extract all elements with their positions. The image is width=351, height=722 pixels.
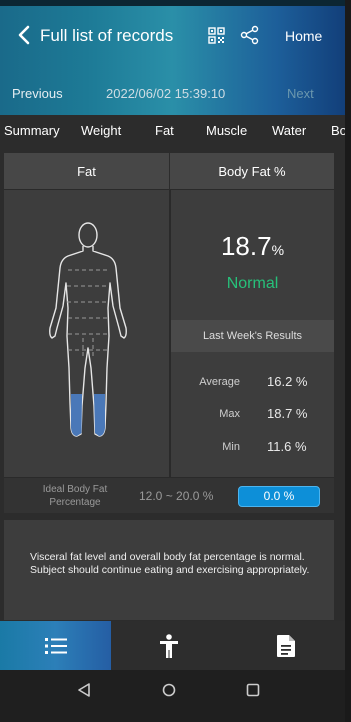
last-week-row: Average 16.2 % [171, 373, 334, 393]
header: Full list of records Home Previous 2022/… [0, 0, 345, 115]
tab-body[interactable]: Bo [331, 123, 345, 138]
status-bar [0, 0, 345, 6]
home-button[interactable]: Home [285, 28, 322, 44]
last-week-row: Max 18.7 % [171, 405, 334, 425]
home-circle-icon[interactable] [162, 683, 176, 697]
body-fat-number: 18.7 [220, 231, 272, 261]
tab-fat[interactable]: Fat [155, 123, 174, 138]
body-fat-unit: % [271, 242, 285, 258]
share-icon[interactable] [240, 25, 260, 45]
tab-water[interactable]: Water [272, 123, 306, 138]
list-icon [44, 637, 67, 654]
last-week-row: Min 11.6 % [171, 438, 334, 458]
ideal-label: Ideal Body Fat Percentage [42, 484, 108, 508]
assessment-note: Visceral fat level and overall body fat … [4, 520, 334, 620]
last-week-value: 18.7 % [267, 406, 308, 421]
ideal-range-bar: Ideal Body Fat Percentage 12.0 ~ 20.0 % … [4, 477, 334, 513]
tab-bar: Summary Weight Fat Muscle Water Bo [0, 115, 345, 145]
assessment-text: Visceral fat level and overall body fat … [30, 551, 310, 576]
last-week-header: Last Week's Results [171, 320, 334, 352]
bottom-nav [0, 621, 345, 670]
ideal-value-pill: 0.0 % [238, 486, 320, 507]
previous-button[interactable]: Previous [12, 86, 63, 101]
last-week-label: Min [222, 441, 240, 453]
back-chevron-icon[interactable] [13, 23, 37, 47]
body-fat-value: 18.7% [171, 231, 334, 262]
card-header-left: Fat [77, 164, 96, 179]
nav-list-button[interactable] [0, 621, 111, 670]
last-week-label: Average [199, 376, 240, 388]
nav-body-button[interactable] [111, 621, 226, 670]
back-triangle-icon[interactable] [77, 683, 91, 697]
next-button[interactable]: Next [287, 86, 314, 101]
nav-report-button[interactable] [226, 621, 345, 670]
ideal-range: 12.0 ~ 20.0 % [139, 489, 214, 503]
card-header-right: Body Fat % [169, 153, 334, 190]
person-icon [159, 633, 178, 658]
tab-summary[interactable]: Summary [4, 123, 60, 138]
qr-code-icon[interactable] [208, 27, 225, 44]
recents-square-icon[interactable] [246, 683, 260, 697]
tab-muscle[interactable]: Muscle [206, 123, 247, 138]
last-week-value: 11.6 % [267, 439, 307, 454]
body-figure-icon [49, 222, 127, 437]
fat-card: Fat Body Fat % 18.7% Normal Last Week's … [4, 153, 334, 513]
screen-edge [345, 0, 351, 722]
card-header: Fat Body Fat % [4, 153, 334, 190]
document-icon [276, 634, 295, 657]
last-week-label: Max [219, 408, 240, 420]
status-label: Normal [226, 275, 279, 292]
last-week-value: 16.2 % [267, 374, 308, 389]
system-nav-bar [0, 670, 345, 722]
record-datetime: 2022/06/02 15:39:10 [106, 86, 226, 101]
page-title: Full list of records [40, 26, 174, 45]
app-frame: Full list of records Home Previous 2022/… [0, 0, 345, 722]
tab-weight[interactable]: Weight [81, 123, 121, 138]
